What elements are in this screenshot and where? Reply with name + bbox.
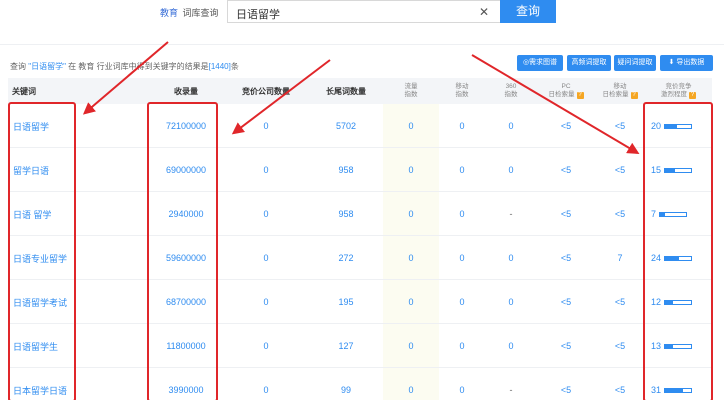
arrow-to-keywords bbox=[82, 41, 169, 115]
annotation-arrows bbox=[82, 41, 640, 155]
arrow-to-indexed bbox=[231, 59, 331, 135]
arrow-to-competition bbox=[471, 54, 640, 155]
keyword-tool-page: 教育 词库查询 日语留学 ✕ 查询 查询 "日语留学" 在 教育 行业词库中得到… bbox=[0, 0, 724, 400]
